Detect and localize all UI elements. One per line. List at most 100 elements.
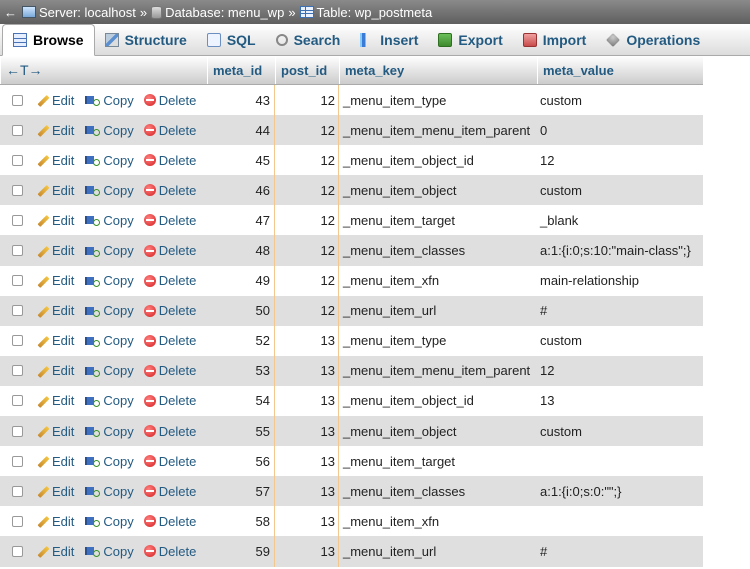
cell-meta-key[interactable]: _menu_item_url: [339, 296, 537, 326]
edit-button[interactable]: Edit: [35, 393, 74, 408]
cell-meta-id[interactable]: 47: [207, 205, 275, 236]
edit-button[interactable]: Edit: [35, 303, 74, 318]
column-resize-arrows[interactable]: ←T→: [0, 56, 207, 84]
copy-button[interactable]: Copy: [84, 424, 134, 439]
cell-meta-id[interactable]: 53: [207, 355, 275, 386]
cell-meta-key[interactable]: _menu_item_target: [339, 205, 537, 235]
delete-button[interactable]: Delete: [143, 544, 196, 559]
cell-meta-value[interactable]: custom: [537, 85, 703, 115]
cell-post-id[interactable]: 13: [275, 536, 339, 567]
edit-button[interactable]: Edit: [35, 243, 74, 258]
cell-meta-id[interactable]: 55: [207, 416, 275, 447]
copy-button[interactable]: Copy: [84, 213, 134, 228]
cell-meta-id[interactable]: 44: [207, 115, 275, 146]
row-checkbox[interactable]: [12, 305, 23, 317]
cell-post-id[interactable]: 12: [275, 145, 339, 176]
cell-meta-id[interactable]: 56: [207, 446, 275, 477]
cell-post-id[interactable]: 12: [275, 115, 339, 146]
cell-meta-id[interactable]: 59: [207, 536, 275, 567]
edit-button[interactable]: Edit: [35, 363, 74, 378]
cell-post-id[interactable]: 13: [275, 355, 339, 386]
cell-meta-id[interactable]: 48: [207, 235, 275, 266]
cell-meta-key[interactable]: _menu_item_xfn: [339, 266, 537, 296]
row-checkbox[interactable]: [12, 395, 23, 407]
copy-button[interactable]: Copy: [84, 544, 134, 559]
edit-button[interactable]: Edit: [35, 93, 74, 108]
tab-sql[interactable]: SQL: [197, 24, 266, 55]
delete-button[interactable]: Delete: [143, 424, 196, 439]
cell-meta-key[interactable]: _menu_item_type: [339, 85, 537, 115]
cell-post-id[interactable]: 13: [275, 416, 339, 447]
row-checkbox[interactable]: [12, 184, 23, 196]
delete-button[interactable]: Delete: [143, 93, 196, 108]
delete-button[interactable]: Delete: [143, 123, 196, 138]
delete-button[interactable]: Delete: [143, 303, 196, 318]
row-checkbox[interactable]: [12, 365, 23, 377]
cell-meta-value[interactable]: 13: [537, 386, 703, 416]
delete-button[interactable]: Delete: [143, 273, 196, 288]
breadcrumb-server[interactable]: Server: localhost: [22, 5, 136, 20]
edit-button[interactable]: Edit: [35, 544, 74, 559]
edit-button[interactable]: Edit: [35, 213, 74, 228]
cell-meta-value[interactable]: 12: [537, 356, 703, 386]
cell-meta-key[interactable]: _menu_item_classes: [339, 476, 537, 506]
cell-post-id[interactable]: 13: [275, 325, 339, 356]
tab-insert[interactable]: Insert: [350, 24, 428, 55]
cell-meta-key[interactable]: _menu_item_xfn: [339, 506, 537, 536]
copy-button[interactable]: Copy: [84, 333, 134, 348]
cell-meta-id[interactable]: 43: [207, 85, 275, 116]
copy-button[interactable]: Copy: [84, 153, 134, 168]
cell-post-id[interactable]: 13: [275, 476, 339, 507]
delete-button[interactable]: Delete: [143, 363, 196, 378]
column-header-post-id[interactable]: post_id: [275, 56, 339, 84]
cell-meta-id[interactable]: 45: [207, 145, 275, 176]
edit-button[interactable]: Edit: [35, 153, 74, 168]
tab-operations[interactable]: Operations: [596, 24, 710, 55]
tab-search[interactable]: Search: [266, 24, 351, 55]
cell-meta-id[interactable]: 52: [207, 325, 275, 356]
cell-meta-value[interactable]: #: [537, 296, 703, 326]
tab-structure[interactable]: Structure: [95, 24, 197, 55]
cell-meta-key[interactable]: _menu_item_menu_item_parent: [339, 115, 537, 145]
cell-meta-key[interactable]: _menu_item_url: [339, 536, 537, 566]
edit-button[interactable]: Edit: [35, 514, 74, 529]
cell-post-id[interactable]: 12: [275, 295, 339, 326]
cell-meta-id[interactable]: 50: [207, 295, 275, 326]
cell-meta-value[interactable]: custom: [537, 326, 703, 356]
cell-meta-value[interactable]: custom: [537, 416, 703, 446]
delete-button[interactable]: Delete: [143, 153, 196, 168]
cell-meta-id[interactable]: 46: [207, 175, 275, 206]
cell-post-id[interactable]: 12: [275, 85, 339, 116]
copy-button[interactable]: Copy: [84, 393, 134, 408]
cell-post-id[interactable]: 12: [275, 205, 339, 236]
row-checkbox[interactable]: [12, 124, 23, 136]
cell-post-id[interactable]: 12: [275, 235, 339, 266]
row-checkbox[interactable]: [12, 425, 23, 437]
cell-meta-id[interactable]: 57: [207, 476, 275, 507]
cell-post-id[interactable]: 13: [275, 385, 339, 417]
row-checkbox[interactable]: [12, 455, 23, 467]
edit-button[interactable]: Edit: [35, 123, 74, 138]
copy-button[interactable]: Copy: [84, 514, 134, 529]
copy-button[interactable]: Copy: [84, 243, 134, 258]
copy-button[interactable]: Copy: [84, 454, 134, 469]
copy-button[interactable]: Copy: [84, 273, 134, 288]
cell-meta-key[interactable]: _menu_item_classes: [339, 235, 537, 265]
copy-button[interactable]: Copy: [84, 484, 134, 499]
cell-meta-value[interactable]: #: [537, 536, 703, 566]
delete-button[interactable]: Delete: [143, 454, 196, 469]
copy-button[interactable]: Copy: [84, 363, 134, 378]
cell-meta-key[interactable]: _menu_item_object: [339, 416, 537, 446]
row-checkbox[interactable]: [12, 485, 23, 497]
row-checkbox[interactable]: [12, 275, 23, 287]
tab-browse[interactable]: Browse: [2, 24, 95, 56]
row-checkbox[interactable]: [12, 545, 23, 557]
cell-meta-id[interactable]: 58: [207, 506, 275, 537]
tab-export[interactable]: Export: [428, 24, 512, 55]
edit-button[interactable]: Edit: [35, 454, 74, 469]
edit-button[interactable]: Edit: [35, 484, 74, 499]
cell-post-id[interactable]: 12: [275, 265, 339, 296]
column-header-meta-key[interactable]: meta_key: [339, 56, 537, 84]
cell-meta-value[interactable]: [537, 446, 703, 476]
copy-button[interactable]: Copy: [84, 93, 134, 108]
